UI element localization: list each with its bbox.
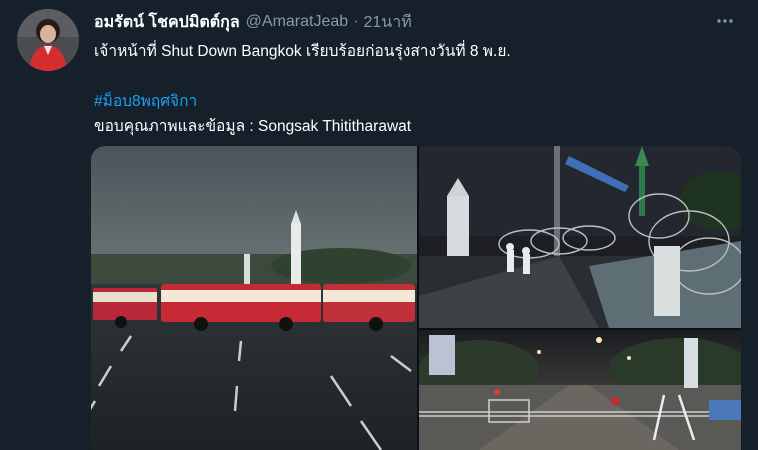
avatar[interactable] bbox=[17, 9, 79, 71]
media-grid bbox=[91, 146, 741, 450]
photo-empty-avenue[interactable] bbox=[419, 330, 741, 450]
more-options-icon bbox=[717, 19, 733, 23]
photo-razor-wire[interactable] bbox=[419, 146, 741, 328]
photo-empty-avenue-image bbox=[419, 330, 741, 450]
tweet-text: เจ้าหน้าที่ Shut Down Bangkok เรียบร้อยก… bbox=[94, 43, 511, 60]
tweet-header: อมรัตน์ โชคปมิตต์กุล @AmaratJeab · 21นาท… bbox=[94, 10, 412, 34]
photo-buses-image bbox=[91, 146, 417, 450]
hashtag-link[interactable]: #ม็อบ8พฤศจิกา bbox=[94, 88, 197, 113]
separator-dot: · bbox=[353, 13, 359, 30]
more-options-button[interactable] bbox=[714, 10, 736, 32]
credit-text: ขอบคุณภาพและข้อมูล : Songsak Thititharaw… bbox=[94, 118, 412, 135]
author-name[interactable]: อมรัตน์ โชคปมิตต์กุล bbox=[94, 10, 240, 35]
tweet-timestamp[interactable]: 21นาที bbox=[364, 10, 412, 35]
author-handle[interactable]: @AmaratJeab bbox=[246, 13, 349, 31]
photo-razor-wire-image bbox=[419, 146, 741, 328]
photo-buses-blockade[interactable] bbox=[91, 146, 417, 450]
avatar-image bbox=[17, 9, 79, 71]
tweet[interactable]: อมรัตน์ โชคปมิตต์กุล @AmaratJeab · 21นาท… bbox=[0, 0, 758, 450]
